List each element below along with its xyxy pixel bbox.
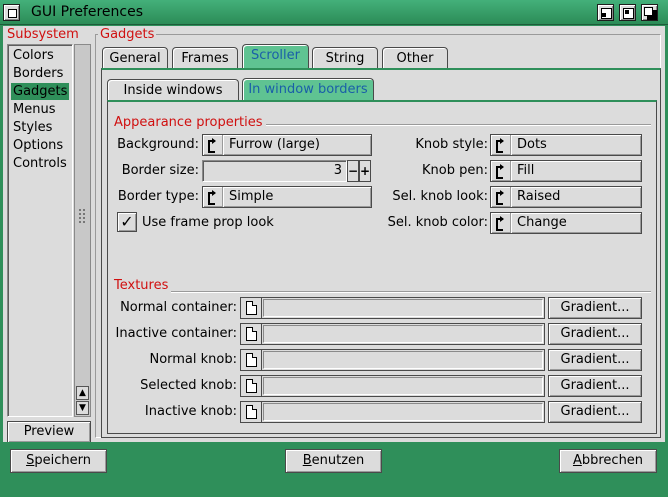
appearance-title: Appearance properties <box>111 115 266 130</box>
cancel-button[interactable]: Abbrechen <box>559 449 657 473</box>
cycle-icon <box>491 135 511 155</box>
iconify-window-icon[interactable] <box>597 4 614 21</box>
zoom-window-icon[interactable] <box>619 4 636 21</box>
tab-other[interactable]: Other <box>382 47 448 70</box>
inactive-knob-texture-field[interactable] <box>240 401 545 423</box>
list-item-gadgets[interactable]: Gadgets <box>11 83 69 100</box>
background-label: Background: <box>117 137 199 152</box>
border-type-cycle[interactable]: Simple <box>202 186 372 208</box>
knob-style-cycle[interactable]: Dots <box>490 134 642 156</box>
title-bar[interactable]: GUI Preferences <box>0 0 668 25</box>
border-size-field[interactable]: 3 <box>202 160 347 182</box>
sel-knob-look-cycle[interactable]: Raised <box>490 186 642 208</box>
tab-frames[interactable]: Frames <box>172 47 238 70</box>
file-icon[interactable] <box>241 324 262 344</box>
sel-knob-color-label: Sel. knob color: <box>387 215 488 230</box>
save-label: peichern <box>34 453 91 468</box>
preferences-content: Subsystem Colors Borders Gadgets Menus S… <box>3 26 665 443</box>
normal-container-texture-field[interactable] <box>240 297 545 319</box>
list-item-colors[interactable]: Colors <box>11 47 69 64</box>
gui-preferences-window: GUI Preferences Subsystem Colors Borders… <box>0 0 668 497</box>
list-item-borders[interactable]: Borders <box>11 65 69 82</box>
knob-style-value: Dots <box>517 137 547 152</box>
texture-row-label: Normal knob: <box>149 352 237 367</box>
cycle-icon <box>491 161 511 181</box>
selected-knob-gradient-button[interactable]: Gradient... <box>548 375 642 397</box>
sel-knob-color-cycle[interactable]: Change <box>490 212 642 234</box>
knob-pen-value: Fill <box>517 163 535 178</box>
textures-divider <box>113 291 651 293</box>
cancel-label: bbrechen <box>581 453 644 468</box>
use-hotkey: B <box>302 453 312 468</box>
list-item-controls[interactable]: Controls <box>11 155 69 172</box>
list-item-options[interactable]: Options <box>11 137 69 154</box>
cycle-icon <box>203 187 223 207</box>
border-type-label: Border type: <box>117 189 199 204</box>
file-icon[interactable] <box>241 350 262 370</box>
scrollbar-grip-icon[interactable] <box>79 209 85 223</box>
texture-row-label: Normal container: <box>120 300 237 315</box>
normal-knob-texture-field[interactable] <box>240 349 545 371</box>
file-icon[interactable] <box>241 402 262 422</box>
cycle-icon <box>491 187 511 207</box>
file-icon[interactable] <box>241 376 262 396</box>
use-button[interactable]: Benutzen <box>285 449 382 473</box>
tab-scroller[interactable]: Scroller <box>242 44 309 70</box>
texture-row-label: Selected knob: <box>140 378 237 393</box>
cycle-icon <box>491 213 511 233</box>
texture-row-label: Inactive knob: <box>144 404 237 419</box>
textures-title: Textures <box>111 278 172 293</box>
frame-prop-label: Use frame prop look <box>142 215 274 230</box>
list-item-menus[interactable]: Menus <box>11 101 69 118</box>
save-button[interactable]: Speichern <box>10 449 107 473</box>
knob-pen-label: Knob pen: <box>422 163 488 178</box>
inactive-container-texture-field[interactable] <box>240 323 545 345</box>
close-window-icon[interactable] <box>3 4 20 21</box>
use-label: enutzen <box>311 453 365 468</box>
border-size-increase-button[interactable]: + <box>359 160 371 182</box>
bottom-button-bar: Speichern Benutzen Abbrechen <box>0 442 668 497</box>
list-item-styles[interactable]: Styles <box>11 119 69 136</box>
sel-knob-look-value: Raised <box>517 189 561 204</box>
subsystem-list[interactable]: Colors Borders Gadgets Menus Styles Opti… <box>7 44 73 417</box>
border-size-label: Border size: <box>121 163 199 178</box>
knob-pen-cycle[interactable]: Fill <box>490 160 642 182</box>
texture-row-label: Inactive container: <box>115 326 237 341</box>
preview-button[interactable]: Preview <box>7 421 91 443</box>
border-size-decrease-button[interactable]: − <box>347 160 359 182</box>
normal-knob-gradient-button[interactable]: Gradient... <box>548 349 642 371</box>
sel-knob-color-value: Change <box>517 215 567 230</box>
subsystem-label: Subsystem <box>5 27 81 42</box>
cycle-icon <box>203 135 223 155</box>
knob-style-label: Knob style: <box>415 137 488 152</box>
tab-string[interactable]: String <box>312 47 378 70</box>
file-icon[interactable] <box>241 298 262 318</box>
sel-knob-look-label: Sel. knob look: <box>392 189 488 204</box>
border-type-value: Simple <box>229 189 274 204</box>
frame-prop-checkbox[interactable]: ✓ <box>117 212 137 232</box>
depth-window-icon[interactable] <box>641 4 658 21</box>
background-value: Furrow (large) <box>229 137 320 152</box>
scroll-down-icon[interactable]: ▼ <box>76 401 89 415</box>
cancel-hotkey: A <box>572 453 582 468</box>
scroll-up-icon[interactable]: ▲ <box>76 386 89 400</box>
background-cycle[interactable]: Furrow (large) <box>202 134 372 156</box>
gadgets-label: Gadgets <box>98 27 157 42</box>
tab-general[interactable]: General <box>102 47 168 70</box>
selected-knob-texture-field[interactable] <box>240 375 545 397</box>
subsystem-scrollbar[interactable]: ▲ ▼ <box>74 44 91 417</box>
inactive-container-gradient-button[interactable]: Gradient... <box>548 323 642 345</box>
window-title: GUI Preferences <box>31 4 144 20</box>
inactive-knob-gradient-button[interactable]: Gradient... <box>548 401 642 423</box>
normal-container-gradient-button[interactable]: Gradient... <box>548 297 642 319</box>
